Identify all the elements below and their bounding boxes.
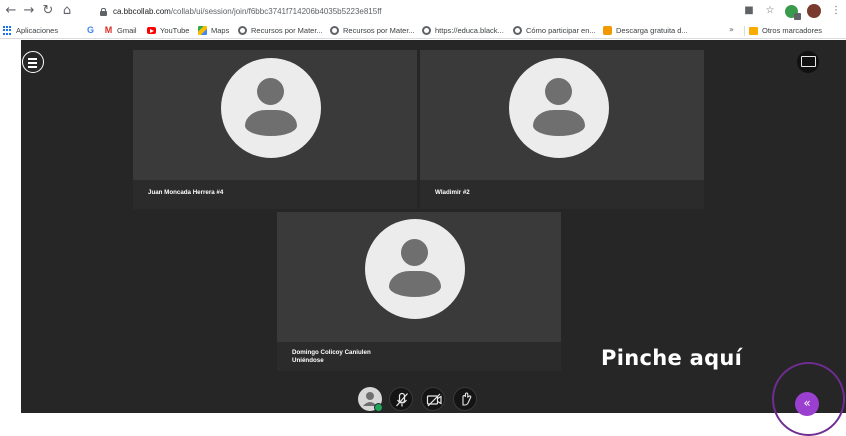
bookmark-youtube[interactable]: YouTube: [147, 25, 189, 36]
participant-name: Domingo Colicoy Caniulen: [292, 349, 371, 356]
menu-dots-icon[interactable]: ⋮: [830, 5, 842, 17]
globe-icon: [513, 26, 522, 35]
url-path: /collab/ui/session/join/f6bbc3741f714206…: [170, 7, 382, 16]
camera-toggle-button[interactable]: [421, 387, 445, 411]
bookmarks-overflow-button[interactable]: »: [729, 25, 734, 34]
microphone-toggle-button[interactable]: [389, 387, 413, 411]
bookmark-star-icon[interactable]: ☆: [764, 5, 776, 17]
bookmark-google[interactable]: G: [86, 25, 99, 36]
participant-tile: Juan Moncada Herrera #4: [133, 50, 417, 209]
participant-name: Wladimir #2: [420, 180, 704, 209]
bookmark-other[interactable]: Otros marcadores: [749, 25, 822, 36]
url-host: ca.bbcollab.com: [113, 7, 171, 16]
participant-name-block: Domingo Colicoy Caniulen Uniéndose: [277, 342, 561, 371]
globe-icon: [330, 26, 339, 35]
view-layout-button[interactable]: [797, 51, 819, 73]
download-site-icon: [603, 26, 612, 35]
profile-avatar[interactable]: [807, 4, 821, 18]
toolbar-actions: ■ ☆ ⋮: [743, 3, 846, 20]
available-status-icon: [374, 403, 383, 412]
bookmark-label: YouTube: [160, 26, 190, 35]
browser-toolbar: ← → ↻ ⌂ ca.bbcollab.com/collab/ui/sessio…: [0, 0, 846, 22]
bookmark-apps[interactable]: Aplicaciones: [3, 25, 58, 36]
google-icon: G: [86, 25, 94, 35]
apps-grid-icon: [3, 26, 12, 35]
reload-icon[interactable]: ↻: [41, 4, 55, 18]
bookmark-label: Gmail: [117, 26, 137, 35]
bookmark-gmail[interactable]: M Gmail: [104, 25, 137, 36]
bookmark-educa[interactable]: https://educa.black...: [422, 25, 504, 36]
forward-arrow-icon[interactable]: →: [22, 4, 36, 18]
address-bar[interactable]: ca.bbcollab.com/collab/ui/session/join/f…: [100, 5, 382, 18]
hamburger-line: [28, 58, 37, 60]
bookmark-label: Recursos por Mater...: [251, 26, 323, 35]
raise-hand-button[interactable]: [453, 387, 477, 411]
participant-avatar-icon: [221, 58, 321, 158]
session-menu-button[interactable]: [22, 51, 44, 73]
bookmark-label: https://educa.black...: [435, 26, 504, 35]
gmail-icon: M: [104, 25, 113, 35]
bookmark-label: Descarga gratuita d...: [616, 26, 688, 35]
participant-avatar-icon: [365, 219, 465, 319]
bookmark-recursos-1[interactable]: Recursos por Mater...: [238, 25, 323, 36]
lock-icon: [100, 7, 107, 16]
bookmark-recursos-2[interactable]: Recursos por Mater...: [330, 25, 415, 36]
participant-name: Juan Moncada Herrera #4: [133, 180, 417, 209]
maps-icon: [198, 26, 207, 35]
back-arrow-icon[interactable]: ←: [4, 4, 18, 18]
bookmark-maps[interactable]: Maps: [198, 25, 229, 36]
bookmark-como-participar[interactable]: Cómo participar en...: [513, 25, 596, 36]
annotation-highlight-circle: [772, 362, 845, 436]
bookmark-descarga[interactable]: Descarga gratuita d...: [603, 25, 688, 36]
participant-avatar-icon: [509, 58, 609, 158]
hand-raise-icon: [462, 392, 472, 406]
bookmark-label: Aplicaciones: [16, 26, 59, 35]
participant-tile: Domingo Colicoy Caniulen Uniéndose: [277, 212, 561, 371]
bookmarks-divider: [744, 26, 745, 36]
youtube-icon: [147, 27, 156, 34]
globe-icon: [238, 26, 247, 35]
hamburger-line: [28, 62, 37, 64]
extension-icon[interactable]: [785, 4, 801, 20]
participant-status: Uniéndose: [292, 356, 324, 364]
folder-icon: [749, 26, 758, 35]
participant-tile: Wladimir #2: [420, 50, 704, 209]
home-icon[interactable]: ⌂: [60, 4, 74, 18]
microphone-off-icon: [396, 392, 408, 407]
bookmark-label: Cómo participar en...: [526, 26, 596, 35]
hamburger-line: [28, 66, 37, 68]
bookmark-label: Otros marcadores: [762, 26, 823, 35]
annotation-label: Pinche aquí: [601, 346, 743, 370]
bookmark-label: Recursos por Mater...: [343, 26, 415, 35]
camera-off-icon: [426, 393, 442, 407]
camera-blocked-icon[interactable]: ■: [743, 5, 755, 17]
bookmark-label: Maps: [211, 26, 230, 35]
globe-icon: [422, 26, 431, 35]
bookmarks-bar: Aplicaciones G M Gmail YouTube Maps Recu…: [0, 22, 846, 39]
